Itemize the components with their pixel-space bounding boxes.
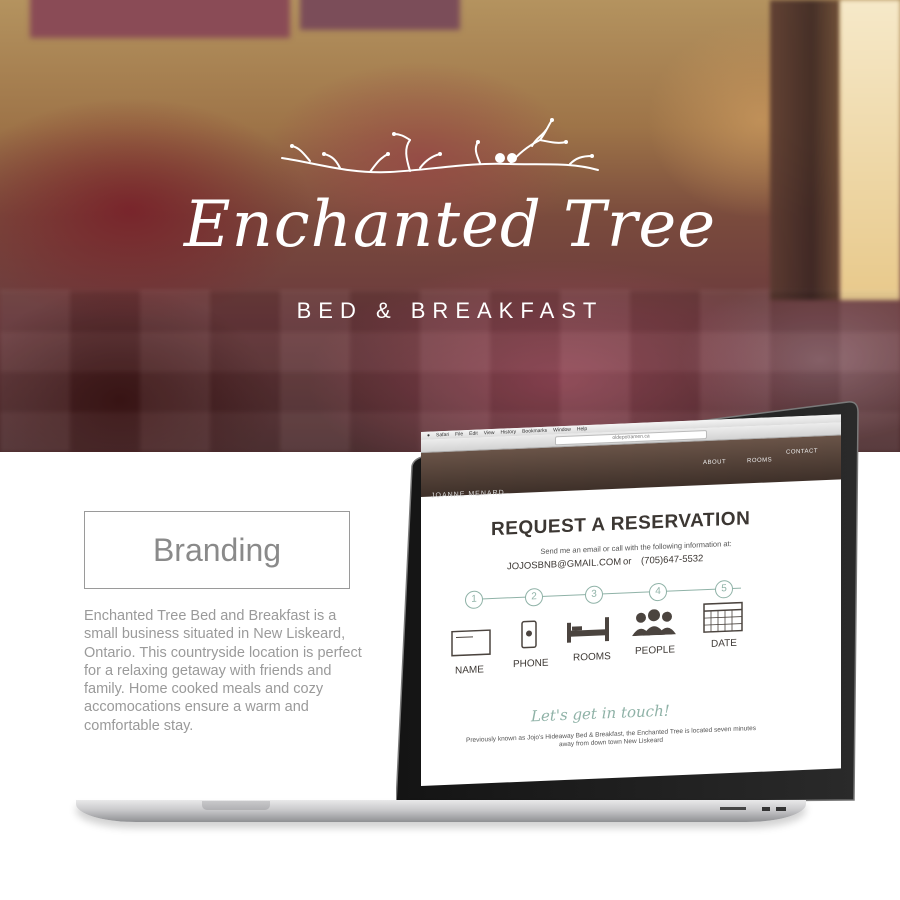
- menu-safari[interactable]: Safari: [436, 432, 449, 439]
- nav-about[interactable]: ABOUT: [703, 459, 726, 466]
- nav-rooms[interactable]: ROOMS: [747, 457, 772, 464]
- step-label-phone: PHONE: [513, 657, 549, 671]
- reservation-section: REQUEST A RESERVATION Send me an email o…: [421, 479, 841, 786]
- logo-wordmark: Enchanted Tree: [183, 188, 717, 262]
- contact-phone[interactable]: (705)647-5532: [641, 553, 703, 567]
- id-card-icon: [451, 629, 491, 657]
- laptop-base: [76, 800, 806, 822]
- step-5-circle: 5: [715, 579, 733, 599]
- step-label-people: PEOPLE: [635, 644, 676, 658]
- step-3-circle: 3: [585, 585, 603, 605]
- branding-title-box: Branding: [84, 511, 350, 589]
- laptop-thumb-notch: [202, 801, 270, 810]
- logo-tagline: BED & BREAKFAST: [296, 298, 604, 323]
- step-4-circle: 4: [649, 582, 667, 602]
- menu-window[interactable]: Window: [553, 427, 571, 434]
- menu-bookmarks[interactable]: Bookmarks: [522, 428, 547, 435]
- menu-help[interactable]: Help: [577, 426, 587, 432]
- menu-view[interactable]: View: [484, 430, 495, 436]
- apple-icon: ●: [427, 432, 431, 439]
- step-label-rooms: ROOMS: [573, 651, 611, 664]
- history-text: Previously known as Jojo's Hideaway Bed …: [466, 724, 756, 749]
- hero-banner: Enchanted Tree BED & BREAKFAST: [0, 0, 900, 452]
- wall-painting: [30, 0, 290, 38]
- tree-branch-logo-icon: [281, 118, 599, 174]
- menu-edit[interactable]: Edit: [469, 431, 478, 437]
- nav-contact[interactable]: CONTACT: [786, 448, 818, 455]
- menu-file[interactable]: File: [455, 431, 463, 437]
- step-label-name: NAME: [455, 664, 484, 677]
- steps-connector: [481, 587, 741, 600]
- reservation-title: REQUEST A RESERVATION: [491, 508, 751, 541]
- branding-description: Enchanted Tree Bed and Breakfast is a sm…: [84, 608, 362, 734]
- step-1-circle: 1: [465, 590, 483, 610]
- phone-icon: [521, 620, 537, 649]
- contact-email[interactable]: JOJOSBNB@GMAIL.COM: [507, 557, 621, 573]
- get-in-touch-heading: Let's get in touch!: [531, 701, 670, 726]
- step-label-date: DATE: [711, 637, 737, 650]
- menu-history[interactable]: History: [501, 429, 517, 436]
- calendar-icon: [703, 601, 743, 633]
- laptop-ports-icon: [720, 807, 786, 811]
- people-icon: [632, 609, 676, 637]
- wall-painting: [300, 0, 460, 30]
- laptop-screen: ● Safari File Edit View History Bookmark…: [421, 414, 841, 786]
- reservation-info: Send me an email or call with the follow…: [540, 538, 732, 556]
- or-text: or: [623, 556, 632, 568]
- branding-title: Branding: [152, 531, 282, 568]
- step-2-circle: 2: [525, 587, 543, 607]
- bed-icon: [567, 617, 609, 643]
